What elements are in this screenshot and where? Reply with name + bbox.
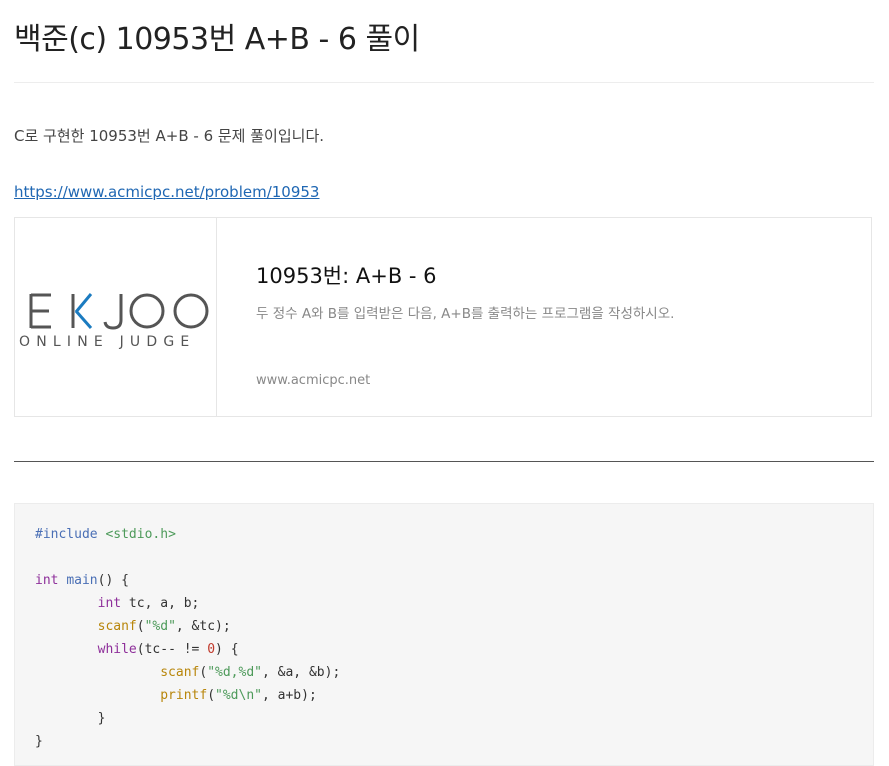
code-token: while	[97, 642, 137, 657]
section-divider	[14, 461, 874, 462]
code-line: #include <stdio.h>	[35, 525, 176, 545]
code-token: , &tc);	[175, 619, 231, 634]
title-divider	[14, 82, 874, 83]
problem-link[interactable]: https://www.acmicpc.net/problem/10953	[14, 183, 319, 201]
code-line: int main() {	[35, 571, 129, 591]
code-line: while(tc-- != 0) {	[35, 640, 239, 660]
code-block: #include <stdio.h> int main() { int tc, a…	[14, 503, 874, 766]
code-token: int	[97, 596, 122, 611]
code-line: scanf("%d", &tc);	[35, 617, 231, 637]
link-preview-card[interactable]: ONLINE JUDGE 10953번: A+B - 6 두 정수 A와 B를 …	[14, 217, 872, 417]
code-token: ) {	[215, 642, 239, 657]
code-token: int	[35, 573, 59, 588]
code-token: }	[35, 711, 106, 726]
code-token: <stdio.h>	[105, 527, 176, 542]
code-token: #include	[35, 527, 106, 542]
code-token: tc, a, b;	[121, 596, 200, 611]
code-token: }	[35, 734, 43, 749]
code-token: scanf	[97, 619, 137, 634]
code-line: printf("%d\n", a+b);	[35, 686, 317, 706]
card-domain: www.acmicpc.net	[256, 373, 371, 388]
code-line: }	[35, 732, 43, 752]
code-token: (	[136, 619, 145, 634]
post-intro: C로 구현한 10953번 A+B - 6 문제 풀이입니다.	[14, 127, 325, 145]
code-token: "%d"	[144, 619, 176, 634]
code-token: (tc-- !=	[136, 642, 208, 657]
code-token: main	[66, 573, 98, 588]
code-token: , a+b);	[262, 688, 317, 703]
logo-subtitle: ONLINE JUDGE	[19, 334, 196, 350]
code-line: int tc, a, b;	[35, 594, 200, 614]
code-token: 0	[207, 642, 216, 657]
code-token: , &a, &b);	[262, 665, 341, 680]
page-title: 백준(c) 10953번 A+B - 6 풀이	[14, 22, 420, 57]
card-description: 두 정수 A와 B를 입력받은 다음, A+B를 출력하는 프로그램을 작성하시…	[256, 306, 675, 322]
card-title[interactable]: 10953번: A+B - 6	[256, 260, 437, 290]
code-token: (	[207, 688, 216, 703]
code-line: scanf("%d,%d", &a, &b);	[35, 663, 340, 683]
code-token: scanf	[160, 665, 200, 680]
card-thumbnail: ONLINE JUDGE	[15, 218, 217, 416]
code-token: () {	[97, 573, 129, 588]
code-line: }	[35, 709, 106, 729]
baekjoon-logo-icon	[29, 293, 209, 330]
code-token: printf	[160, 688, 208, 703]
code-token: "%d\n"	[215, 688, 262, 703]
code-token: "%d,%d"	[207, 665, 262, 680]
